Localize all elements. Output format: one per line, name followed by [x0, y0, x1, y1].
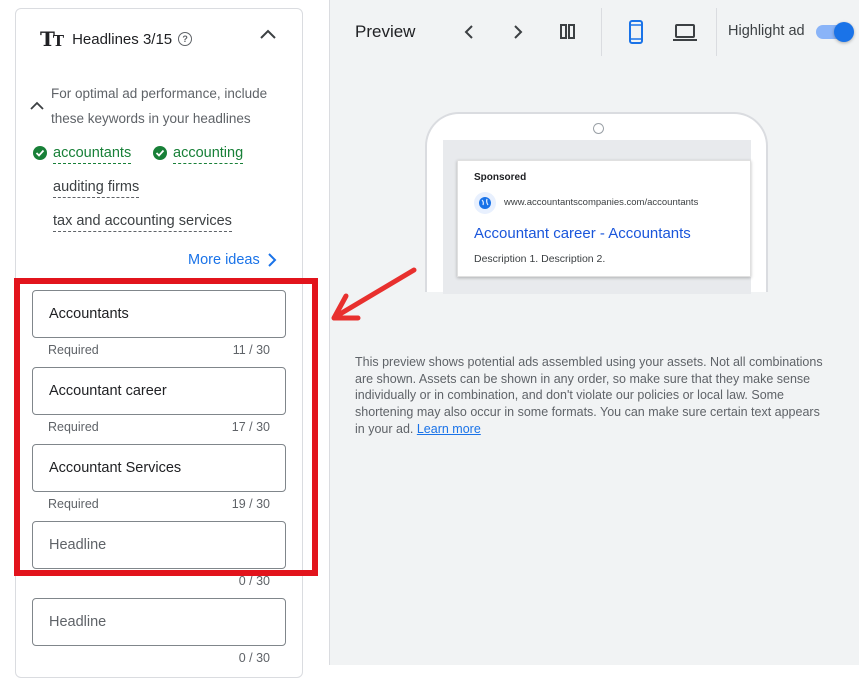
ad-description: Description 1. Description 2.	[474, 253, 606, 265]
headline-meta-4: 0 / 30	[48, 574, 270, 588]
headline-input-3[interactable]: Accountant Services	[32, 444, 286, 492]
preview-toolbar: Preview Highlight ad	[330, 0, 859, 64]
preview-panel: Preview Highlight ad Sponsored www.accou…	[329, 0, 859, 665]
chevron-right-icon	[268, 253, 277, 267]
char-count: 19 / 30	[231, 497, 270, 511]
required-label: Required	[48, 420, 99, 434]
chevron-up-icon	[30, 101, 44, 110]
headline-meta-3: Required 19 / 30	[48, 497, 270, 511]
phone-camera	[593, 123, 604, 134]
preview-title: Preview	[355, 22, 416, 41]
sponsored-label: Sponsored	[474, 172, 527, 183]
check-circle-icon	[153, 146, 167, 160]
collapse-tip-button[interactable]	[28, 97, 46, 115]
chevron-left-icon	[464, 25, 473, 39]
chevron-up-icon	[260, 29, 276, 39]
keyword-accounting[interactable]: accounting	[173, 144, 244, 164]
headline-input-1[interactable]: Accountants	[32, 290, 286, 338]
text-size-icon: TT	[40, 27, 64, 51]
help-icon[interactable]: ?	[178, 32, 193, 46]
headline-meta-5: 0 / 30	[48, 651, 270, 665]
more-ideas-link[interactable]: More ideas	[188, 252, 278, 268]
headline-meta-2: Required 17 / 30	[48, 420, 270, 434]
headlines-title: Headlines 3/15	[72, 30, 173, 48]
desktop-view-button[interactable]	[671, 18, 699, 46]
next-button[interactable]	[504, 18, 532, 46]
toggle-knob	[834, 22, 854, 42]
ad-headline-link[interactable]: Accountant career - Accountants	[474, 225, 691, 242]
previous-button[interactable]	[455, 18, 483, 46]
char-count: 0 / 30	[238, 651, 270, 665]
toolbar-divider	[601, 8, 602, 56]
more-ideas-label: More ideas	[188, 252, 260, 268]
laptop-icon	[673, 24, 697, 41]
required-label: Required	[48, 343, 99, 357]
highlight-ad-toggle[interactable]	[816, 22, 856, 42]
columns-icon	[560, 24, 575, 39]
ad-display-url: www.accountantscompanies.com/accountants	[504, 197, 699, 208]
highlight-ad-label: Highlight ad	[728, 23, 805, 39]
headlines-header: TT Headlines 3/15 ?	[40, 27, 193, 51]
check-circle-icon	[33, 146, 47, 160]
keyword-tax-and-accounting-services[interactable]: tax and accounting services	[53, 212, 232, 232]
collapse-section-button[interactable]	[256, 23, 280, 47]
smartphone-icon	[629, 20, 643, 44]
mobile-view-button[interactable]	[622, 18, 650, 46]
required-label: Required	[48, 497, 99, 511]
keyword-auditing-firms[interactable]: auditing firms	[53, 178, 140, 198]
keyword-tip-text: For optimal ad performance, include thes…	[51, 86, 268, 126]
headlines-panel: TT Headlines 3/15 ? For optimal ad perfo…	[15, 8, 303, 678]
char-count: 17 / 30	[231, 420, 270, 434]
chevron-right-icon	[514, 25, 523, 39]
keyword-accountants[interactable]: accountants	[53, 144, 132, 164]
ad-preview-card: Sponsored www.accountantscompanies.com/a…	[457, 160, 751, 277]
view-all-button[interactable]	[554, 18, 582, 46]
globe-icon	[474, 192, 496, 214]
headline-input-4[interactable]: Headline	[32, 521, 286, 569]
char-count: 0 / 30	[238, 574, 270, 588]
headline-meta-1: Required 11 / 30	[48, 343, 270, 357]
headline-input-5[interactable]: Headline	[32, 598, 286, 646]
phone-mockup: Sponsored www.accountantscompanies.com/a…	[425, 112, 768, 294]
toolbar-divider	[716, 8, 717, 56]
learn-more-link[interactable]: Learn more	[417, 422, 481, 436]
headline-input-2[interactable]: Accountant career	[32, 367, 286, 415]
char-count: 11 / 30	[232, 343, 270, 357]
preview-disclaimer: This preview shows potential ads assembl…	[355, 354, 825, 438]
phone-screen: Sponsored www.accountantscompanies.com/a…	[443, 140, 751, 294]
